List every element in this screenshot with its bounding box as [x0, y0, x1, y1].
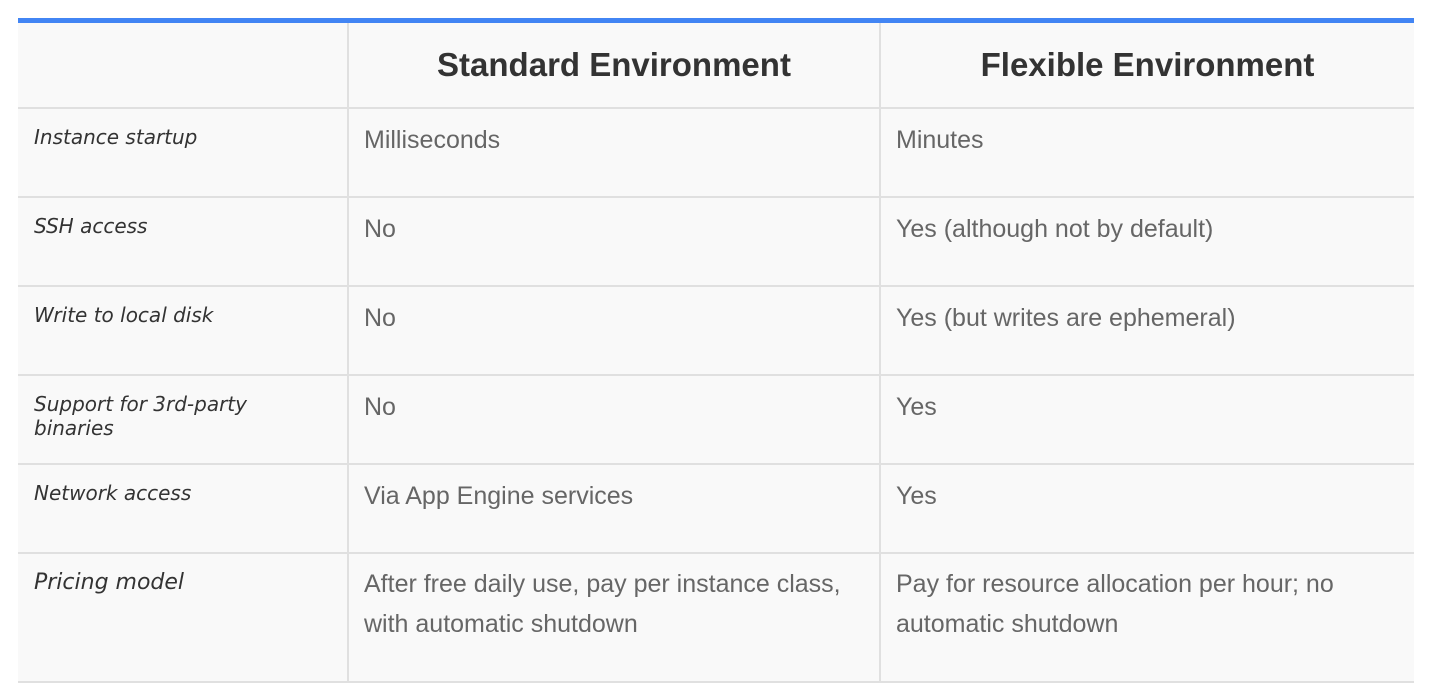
row-label: Support for 3rd-party binaries	[18, 375, 348, 465]
environment-comparison-table: Standard Environment Flexible Environmen…	[18, 18, 1414, 683]
flexible-value: Yes (but writes are ephemeral)	[879, 286, 1414, 376]
flexible-value: Pay for resource allocation per hour; no…	[879, 553, 1414, 683]
standard-value: No	[347, 375, 880, 465]
header-standard-environment: Standard Environment	[347, 20, 880, 109]
table-row-write-to-local-disk: Write to local disk No Yes (but writes a…	[18, 286, 1414, 376]
standard-value: No	[347, 286, 880, 376]
header-flexible-environment: Flexible Environment	[879, 20, 1414, 109]
row-label: SSH access	[18, 197, 348, 287]
table-row-pricing-model: Pricing model After free daily use, pay …	[18, 553, 1414, 683]
standard-value: No	[347, 197, 880, 287]
table-header-row: Standard Environment Flexible Environmen…	[18, 20, 1414, 109]
header-empty-cell	[18, 20, 348, 109]
table-row-instance-startup: Instance startup Milliseconds Minutes	[18, 108, 1414, 198]
row-label: Pricing model	[18, 553, 348, 683]
row-label: Write to local disk	[18, 286, 348, 376]
table-row-third-party-binaries: Support for 3rd-party binaries No Yes	[18, 375, 1414, 465]
row-label: Network access	[18, 464, 348, 554]
flexible-value: Yes	[879, 375, 1414, 465]
flexible-value: Yes	[879, 464, 1414, 554]
standard-value: Milliseconds	[347, 108, 880, 198]
flexible-value: Minutes	[879, 108, 1414, 198]
table-row-network-access: Network access Via App Engine services Y…	[18, 464, 1414, 554]
row-label: Instance startup	[18, 108, 348, 198]
standard-value: After free daily use, pay per instance c…	[347, 553, 880, 683]
table-row-ssh-access: SSH access No Yes (although not by defau…	[18, 197, 1414, 287]
comparison-table-container: Standard Environment Flexible Environmen…	[18, 18, 1414, 683]
standard-value: Via App Engine services	[347, 464, 880, 554]
flexible-value: Yes (although not by default)	[879, 197, 1414, 287]
